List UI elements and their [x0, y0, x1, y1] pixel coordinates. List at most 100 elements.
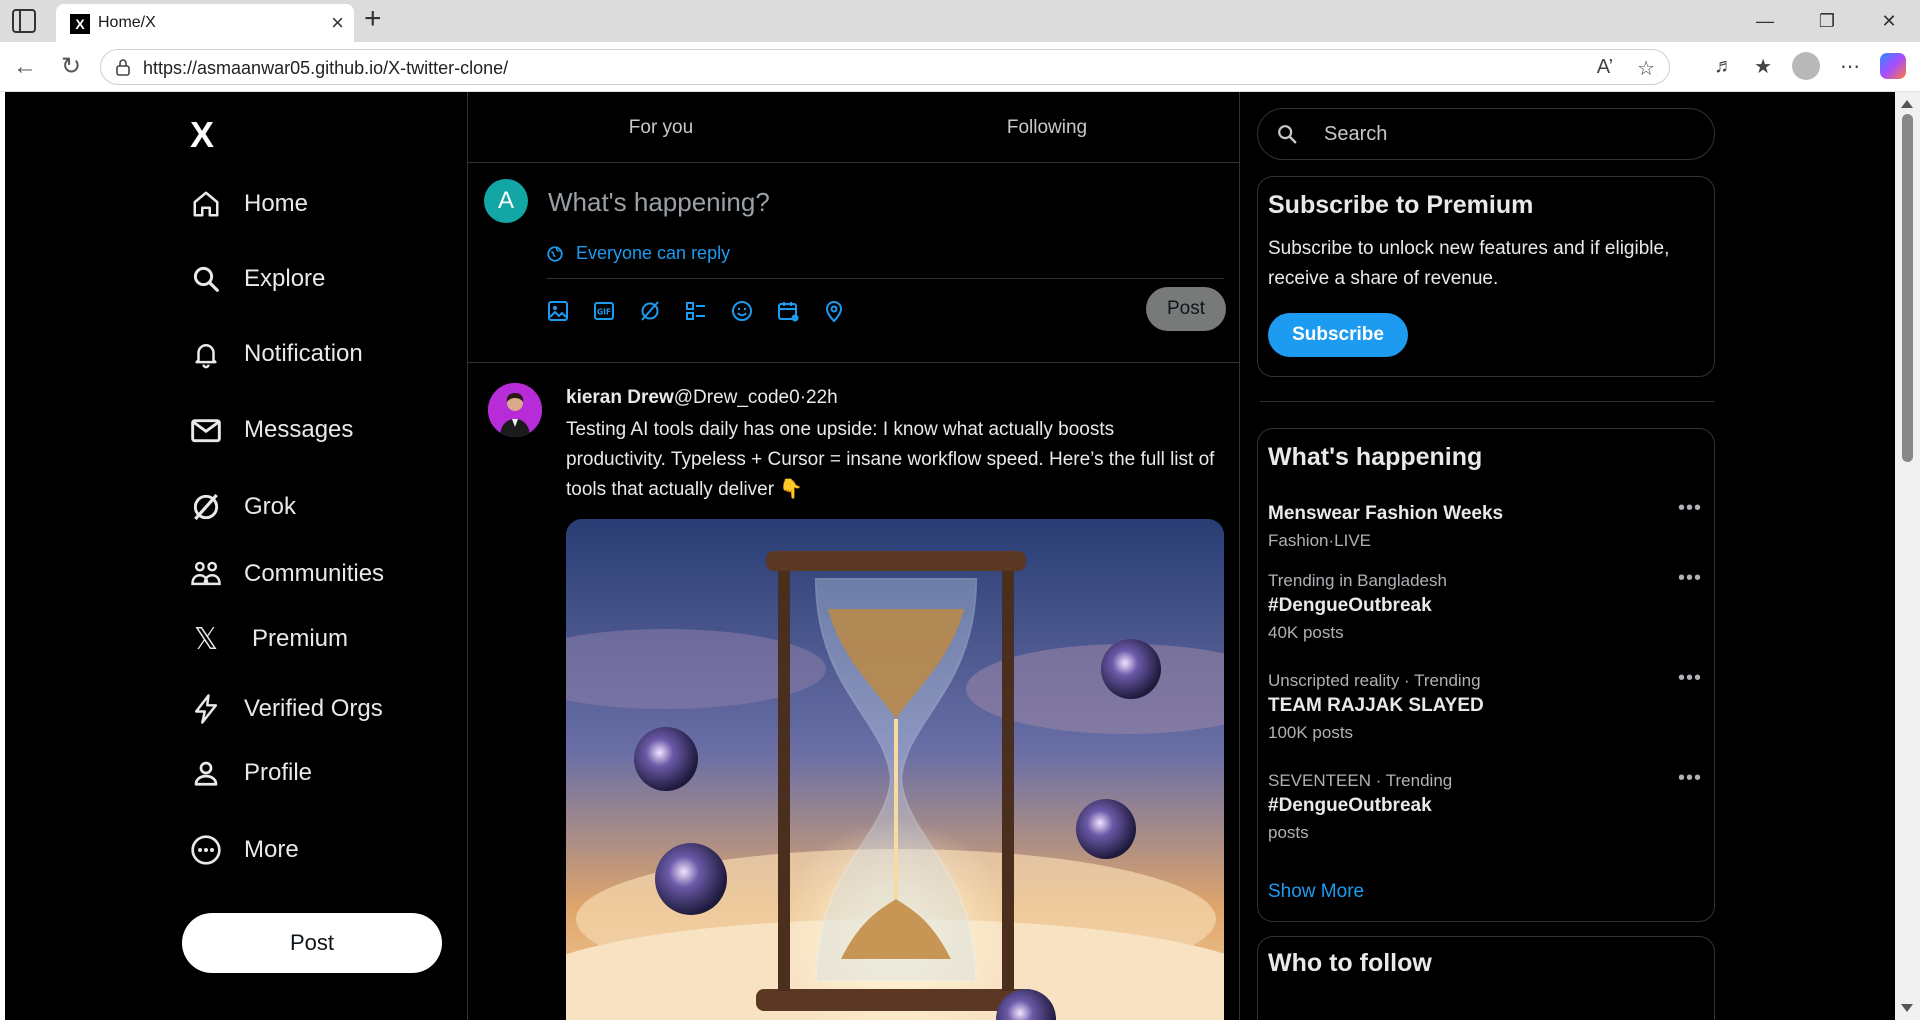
menu-dots-icon[interactable]: ⋯: [1840, 54, 1860, 79]
back-icon[interactable]: ←: [10, 52, 40, 82]
favorites-icon[interactable]: ★: [1754, 54, 1772, 79]
location-icon[interactable]: [822, 299, 846, 323]
x-logo-icon[interactable]: X: [190, 114, 214, 156]
page-scrollbar[interactable]: [1895, 92, 1920, 1020]
hourglass-artwork: [566, 519, 1224, 1020]
favorite-star-icon[interactable]: ☆: [1637, 56, 1655, 81]
nav-item-more[interactable]: More: [190, 834, 299, 866]
tweet-author-handle[interactable]: @Drew_code0: [674, 387, 800, 408]
mail-icon: [190, 414, 222, 446]
copilot-icon[interactable]: [1880, 53, 1906, 79]
trend-meta: Unscripted reality · Trending: [1268, 671, 1481, 690]
browser-tab-bar: X Home/X × + — ❐ ✕: [0, 0, 1920, 42]
nav-item-grok[interactable]: Grok: [190, 491, 296, 523]
nav-item-premium[interactable]: 𝕏 Premium: [190, 623, 348, 656]
nav-item-profile[interactable]: Profile: [190, 757, 312, 789]
nav-item-home[interactable]: Home: [190, 188, 308, 220]
communities-icon: [190, 558, 222, 590]
tweet-header: kieran Drew@Drew_code0·22h: [566, 387, 838, 409]
trend-count: 100K posts: [1268, 723, 1354, 742]
left-sidebar: X Home Explore Notification Messages Gro…: [5, 92, 468, 1020]
site-info-icon[interactable]: [115, 58, 131, 76]
tab-for-you[interactable]: For you: [468, 92, 854, 162]
trend-item[interactable]: SEVENTEEN · Trending #DengueOutbreak pos…: [1268, 771, 1704, 843]
whats-happening-title: What's happening: [1268, 443, 1483, 471]
tweet[interactable]: kieran Drew@Drew_code0·22h Testing AI to…: [468, 363, 1240, 1020]
nav-label: Profile: [244, 759, 313, 786]
nav-item-notification[interactable]: Notification: [190, 338, 363, 370]
tweet-author-name[interactable]: kieran Drew: [566, 387, 674, 408]
x-favicon-icon: X: [70, 14, 90, 34]
feed-tabs: For you Following: [468, 92, 1240, 163]
window-controls: — ❐ ✕: [1734, 0, 1920, 42]
nav-label: More: [244, 836, 299, 863]
tweet-time: ·22h: [799, 387, 838, 408]
scroll-up-icon[interactable]: [1901, 100, 1913, 108]
nav-item-communities[interactable]: Communities: [190, 558, 384, 590]
trend-item[interactable]: Trending in Bangladesh #DengueOutbreak 4…: [1268, 571, 1704, 643]
nav-item-messages[interactable]: Messages: [190, 414, 353, 446]
trend-more-icon[interactable]: •••: [1678, 767, 1702, 790]
scroll-down-icon[interactable]: [1901, 1004, 1913, 1012]
x-clone-page: X Home Explore Notification Messages Gro…: [5, 92, 1895, 1020]
refresh-icon[interactable]: ↻: [56, 52, 86, 82]
search-input[interactable]: Search: [1257, 108, 1715, 160]
trend-count: 40K posts: [1268, 623, 1344, 642]
nav-label: Home: [244, 190, 309, 217]
close-tab-icon[interactable]: ×: [331, 10, 344, 36]
post-button[interactable]: Post: [182, 913, 442, 973]
trend-item[interactable]: Unscripted reality · Trending TEAM RAJJA…: [1268, 671, 1704, 743]
compose-toolbar: GIF: [546, 299, 846, 323]
compose-post-button[interactable]: Post: [1146, 287, 1226, 331]
trend-more-icon[interactable]: •••: [1678, 567, 1702, 590]
new-tab-button[interactable]: +: [364, 4, 382, 34]
tweet-image[interactable]: [566, 519, 1224, 1020]
grok-compose-icon[interactable]: [638, 299, 662, 323]
trend-title: Menswear Fashion Weeks: [1268, 503, 1504, 524]
browser-toolbar: ♬ ★ ⋯: [1714, 52, 1906, 80]
trend-more-icon[interactable]: •••: [1678, 667, 1702, 690]
tweet-text: Testing AI tools daily has one upside: I…: [566, 419, 1215, 500]
trend-more-icon[interactable]: •••: [1678, 497, 1702, 520]
url-field[interactable]: https://asmaanwar05.github.io/X-twitter-…: [100, 49, 1670, 85]
nav-label: Communities: [244, 560, 385, 587]
browser-tab[interactable]: X Home/X ×: [56, 4, 354, 42]
emoji-icon[interactable]: [730, 299, 754, 323]
tab-following[interactable]: Following: [854, 92, 1240, 162]
schedule-icon[interactable]: [776, 299, 800, 323]
nav-label: Notification: [244, 340, 363, 367]
nav-item-explore[interactable]: Explore: [190, 263, 325, 295]
who-to-follow-title: Who to follow: [1268, 949, 1432, 977]
who-to-follow-card: Who to follow: [1257, 936, 1715, 1020]
trend-meta: Trending in Bangladesh: [1268, 571, 1447, 590]
show-more-link[interactable]: Show More: [1268, 881, 1364, 903]
nav-label: Grok: [244, 493, 297, 520]
close-window-icon[interactable]: ✕: [1858, 0, 1920, 42]
profile-avatar[interactable]: [1792, 52, 1820, 80]
trend-title: #DengueOutbreak: [1268, 795, 1432, 816]
divider: [1260, 401, 1714, 402]
media-icon[interactable]: ♬: [1714, 55, 1734, 78]
divider: [546, 278, 1224, 279]
avatar[interactable]: A: [484, 179, 528, 223]
premium-card: Subscribe to Premium Subscribe to unlock…: [1257, 176, 1715, 377]
premium-title: Subscribe to Premium: [1268, 191, 1534, 219]
right-sidebar: Search Subscribe to Premium Subscribe to…: [1240, 92, 1895, 1020]
subscribe-button[interactable]: Subscribe: [1268, 313, 1408, 357]
gif-icon[interactable]: GIF: [592, 299, 616, 323]
minimize-icon[interactable]: —: [1734, 0, 1796, 42]
address-bar-row: ← ↻ https://asmaanwar05.github.io/X-twit…: [0, 42, 1920, 92]
nav-item-verified-orgs[interactable]: Verified Orgs: [190, 693, 383, 725]
tweet-avatar[interactable]: [488, 383, 542, 437]
lightning-icon: [190, 693, 222, 725]
url-text: https://asmaanwar05.github.io/X-twitter-…: [143, 58, 509, 78]
scroll-thumb[interactable]: [1902, 114, 1913, 462]
compose-input[interactable]: What's happening?: [548, 187, 770, 218]
poll-icon[interactable]: [684, 299, 708, 323]
read-aloud-icon[interactable]: A’: [1597, 56, 1613, 81]
reply-setting[interactable]: Everyone can reply: [546, 243, 730, 264]
trend-item[interactable]: Menswear Fashion Weeks Fashion·LIVE: [1268, 499, 1704, 551]
image-icon[interactable]: [546, 299, 570, 323]
tab-actions-icon[interactable]: [12, 9, 36, 33]
restore-icon[interactable]: ❐: [1796, 0, 1858, 42]
